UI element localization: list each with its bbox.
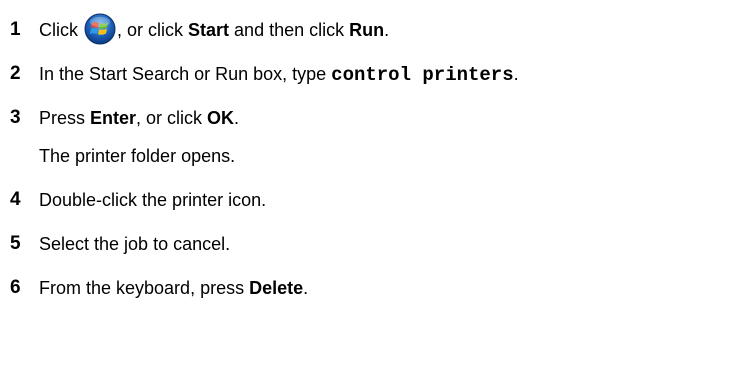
step-text-part: Click: [39, 20, 78, 40]
step-4: 4 Double-click the printer icon.: [10, 178, 730, 222]
step-5: 5 Select the job to cancel.: [10, 222, 730, 266]
instruction-steps: 1 Click , or click Start and then click …: [10, 8, 730, 310]
step-3: 3 Press Enter, or click OK. The printer …: [10, 96, 730, 178]
step-text: Click , or click Start and then click Ru…: [39, 8, 389, 52]
step-text-part: In the Start Search or Run box, type: [39, 64, 332, 84]
step-text-part: , or click: [136, 108, 208, 128]
step-text-part: .: [384, 20, 390, 40]
step-number: 3: [10, 107, 21, 128]
step-text-part: .: [513, 64, 519, 84]
step-text-part: Press: [39, 108, 91, 128]
windows-start-orb-icon: [84, 13, 116, 45]
run-keyword: Run: [349, 20, 385, 40]
step-6: 6 From the keyboard, press Delete.: [10, 266, 730, 310]
step-2: 2 In the Start Search or Run box, type c…: [10, 52, 730, 96]
step-number: 4: [10, 189, 21, 210]
enter-keyword: Enter: [90, 108, 137, 128]
step-text: Double-click the printer icon.: [39, 190, 267, 210]
step-1: 1 Click , or click Start and then click …: [10, 8, 730, 52]
step-text: From the keyboard, press Delete.: [39, 266, 308, 310]
step-text: Select the job to cancel.: [39, 234, 231, 254]
step-number: 2: [10, 63, 21, 84]
command-text: control printers: [331, 64, 514, 86]
ok-keyword: OK: [207, 108, 235, 128]
start-keyword: Start: [188, 20, 230, 40]
step-number: 5: [10, 233, 21, 254]
step-number: 1: [10, 19, 21, 40]
step-number: 6: [10, 277, 21, 298]
step-text-part: and then click: [229, 20, 350, 40]
step-text-part: .: [303, 278, 309, 298]
step-text-part: , or click: [117, 20, 189, 40]
step-text-part: From the keyboard, press: [39, 278, 250, 298]
step-subtext: The printer folder opens.: [39, 146, 236, 166]
step-text-part: .: [234, 108, 240, 128]
step-text: In the Start Search or Run box, type con…: [39, 52, 519, 97]
delete-keyword: Delete: [249, 278, 304, 298]
